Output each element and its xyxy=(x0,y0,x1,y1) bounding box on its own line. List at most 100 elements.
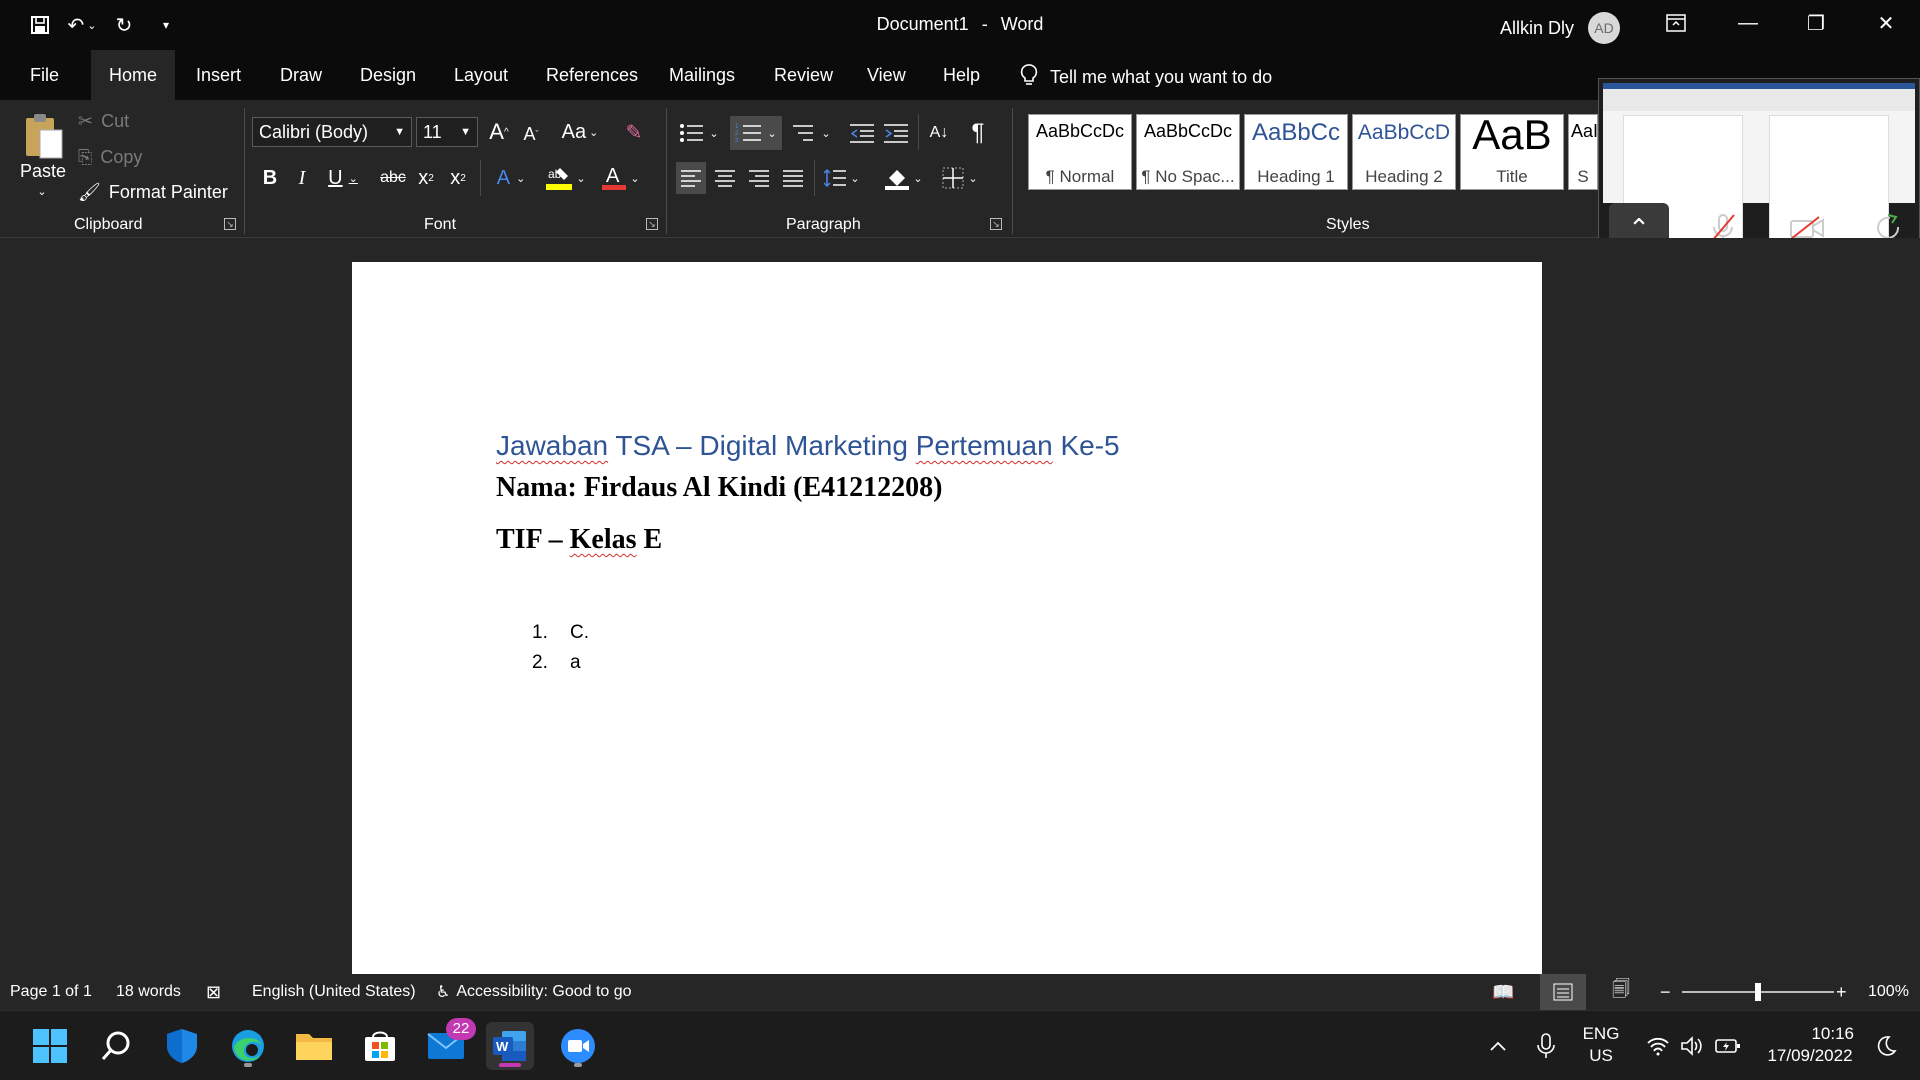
multilevel-list-icon[interactable]: ⌄ xyxy=(788,118,834,148)
zoom-thumb[interactable] xyxy=(1755,983,1761,1001)
underline-icon[interactable]: U ⌄ xyxy=(322,164,364,192)
tab-insert[interactable]: Insert xyxy=(196,50,241,100)
search-icon[interactable] xyxy=(92,1022,140,1070)
bold-icon[interactable]: B xyxy=(258,164,282,192)
zoom-in-icon[interactable]: + xyxy=(1836,974,1847,1010)
sort-icon[interactable]: A↓ xyxy=(926,116,952,150)
document-page[interactable]: Jawaban TSA – Digital Marketing Pertemua… xyxy=(352,262,1542,974)
tell-me-search[interactable]: Tell me what you want to do xyxy=(1020,63,1272,92)
copy-button[interactable]: ⎘ Copy xyxy=(78,146,142,168)
font-family-select[interactable]: Calibri (Body) ▼ xyxy=(252,117,412,147)
defender-shield-icon[interactable] xyxy=(158,1022,206,1070)
style-heading-2[interactable]: AaBbCcD Heading 2 xyxy=(1352,114,1456,190)
bullets-icon[interactable]: ⌄ xyxy=(676,118,722,148)
volume-icon[interactable] xyxy=(1674,1022,1710,1070)
align-left-icon[interactable] xyxy=(676,162,706,194)
style-normal[interactable]: AaBbCcDc ¶ Normal xyxy=(1028,114,1132,190)
numbering-icon[interactable]: 1 2 3 ⌄ xyxy=(730,116,782,150)
battery-icon[interactable] xyxy=(1710,1022,1746,1070)
superscript-icon[interactable]: x2 xyxy=(446,164,470,192)
line-spacing-icon[interactable]: ⌄ xyxy=(820,162,864,194)
accessibility-status[interactable]: ♿ Accessibility: Good to go xyxy=(436,974,632,1010)
subscript-icon[interactable]: x2 xyxy=(414,164,438,192)
shrink-font-icon[interactable]: Aˇ xyxy=(518,120,544,148)
tab-file[interactable]: File xyxy=(30,50,59,100)
mail-icon[interactable]: 22 xyxy=(422,1018,476,1070)
focus-assist-moon-icon[interactable] xyxy=(1868,1022,1904,1070)
change-case-button[interactable]: Aa ⌄ xyxy=(558,118,602,146)
paste-button[interactable]: Paste xyxy=(18,160,68,182)
show-formatting-marks-icon[interactable]: ¶ xyxy=(964,116,992,150)
wifi-icon[interactable] xyxy=(1640,1022,1676,1070)
proofing-icon[interactable]: ⊠ xyxy=(206,974,221,1010)
format-painter-button[interactable]: 🖌 Format Painter xyxy=(78,180,228,204)
list-item[interactable]: 1. C. xyxy=(532,618,589,648)
tab-references[interactable]: References xyxy=(546,50,638,100)
style-subtitle[interactable]: AaI S xyxy=(1568,114,1598,190)
font-launcher-icon[interactable]: ↘ xyxy=(646,218,658,230)
account-area[interactable]: Allkin Dly AD xyxy=(1500,12,1621,44)
tab-draw[interactable]: Draw xyxy=(280,50,322,100)
clipboard-icon[interactable] xyxy=(18,110,68,162)
tab-review[interactable]: Review xyxy=(774,50,833,100)
align-center-icon[interactable] xyxy=(710,162,740,194)
decrease-indent-icon[interactable] xyxy=(848,118,876,148)
borders-icon[interactable]: ⌄ xyxy=(936,162,984,194)
user-name[interactable]: Allkin Dly xyxy=(1500,18,1574,39)
language-status[interactable]: English (United States) xyxy=(252,974,416,1010)
zoom-app-icon[interactable] xyxy=(554,1022,602,1070)
document-heading[interactable]: Jawaban TSA – Digital Marketing Pertemua… xyxy=(496,430,1120,462)
microphone-icon[interactable] xyxy=(1528,1022,1564,1070)
restore-icon[interactable]: ❐ xyxy=(1796,8,1836,38)
tab-design[interactable]: Design xyxy=(360,50,416,100)
file-explorer-icon[interactable] xyxy=(290,1022,338,1070)
meeting-mini-window[interactable]: ⌃ xyxy=(1598,78,1920,827)
student-name-line[interactable]: Nama: Firdaus Al Kindi (E41212208) xyxy=(496,472,942,504)
font-color-icon[interactable]: A ⌄ xyxy=(598,162,644,194)
tab-view[interactable]: View xyxy=(867,50,906,100)
avatar[interactable]: AD xyxy=(1588,12,1621,44)
print-layout-icon[interactable] xyxy=(1540,974,1586,1010)
italic-icon[interactable]: I xyxy=(290,164,314,192)
zoom-slider[interactable] xyxy=(1682,974,1834,1010)
tell-me-text[interactable]: Tell me what you want to do xyxy=(1050,67,1272,88)
word-taskbar-icon[interactable]: W xyxy=(486,1022,534,1070)
microsoft-store-icon[interactable] xyxy=(356,1022,404,1070)
list-item[interactable]: 2. a xyxy=(532,648,589,678)
zoom-level[interactable]: 100% xyxy=(1868,974,1909,1010)
tab-mailings[interactable]: Mailings xyxy=(669,50,735,100)
paragraph-launcher-icon[interactable]: ↘ xyxy=(990,218,1002,230)
clock[interactable]: 10:16 17/09/2022 xyxy=(1752,1023,1868,1067)
tab-help[interactable]: Help xyxy=(943,50,980,100)
style-no-spacing[interactable]: AaBbCcDc ¶ No Spac... xyxy=(1136,114,1240,190)
cut-button[interactable]: ✂ Cut xyxy=(78,110,129,132)
close-icon[interactable]: ✕ xyxy=(1866,8,1906,38)
clear-formatting-icon[interactable]: ✎ xyxy=(620,118,648,146)
edge-browser-icon[interactable] xyxy=(224,1022,272,1070)
ribbon-display-options-icon[interactable] xyxy=(1656,8,1696,38)
minimize-icon[interactable]: ― xyxy=(1728,8,1768,38)
page-count[interactable]: Page 1 of 1 xyxy=(10,974,92,1010)
word-count[interactable]: 18 words xyxy=(116,974,181,1010)
tab-home[interactable]: Home xyxy=(91,50,176,100)
clipboard-launcher-icon[interactable]: ↘ xyxy=(224,218,236,230)
input-language[interactable]: ENG US xyxy=(1576,1023,1626,1067)
style-title[interactable]: AaB Title xyxy=(1460,111,1564,190)
style-heading-1[interactable]: AaBbCc Heading 1 xyxy=(1244,114,1348,190)
read-mode-icon[interactable]: 📖 xyxy=(1492,974,1514,1010)
font-size-select[interactable]: 11 ▼ xyxy=(416,117,478,147)
class-line[interactable]: TIF – Kelas E xyxy=(496,524,662,556)
highlight-color-icon[interactable]: ab ⌄ xyxy=(542,162,590,194)
zoom-out-icon[interactable]: − xyxy=(1660,974,1671,1010)
paste-dropdown-icon[interactable]: ⌄ xyxy=(34,184,50,198)
windows-start-icon[interactable] xyxy=(26,1022,74,1070)
increase-indent-icon[interactable] xyxy=(882,118,910,148)
strikethrough-icon[interactable]: abc xyxy=(378,164,408,192)
text-effects-icon[interactable]: A ⌄ xyxy=(490,164,532,192)
shading-icon[interactable]: ⌄ xyxy=(880,162,928,194)
web-layout-icon[interactable]: 🗐 xyxy=(1612,974,1630,1010)
justify-icon[interactable] xyxy=(778,162,808,194)
grow-font-icon[interactable]: A ^ xyxy=(486,118,512,146)
answer-list[interactable]: 1. C. 2. a xyxy=(532,618,589,678)
chevron-up-icon[interactable] xyxy=(1480,1022,1516,1070)
